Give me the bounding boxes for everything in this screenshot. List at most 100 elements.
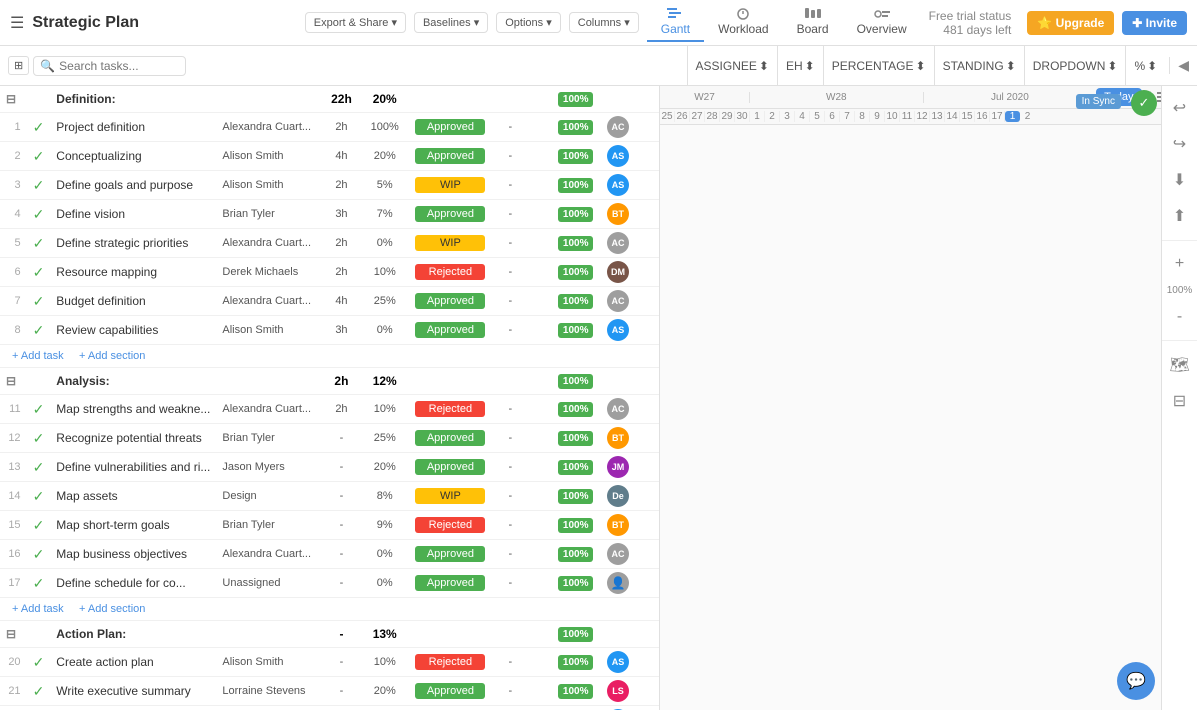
eh-header[interactable]: EH ⬍ [777,46,823,86]
tab-board[interactable]: Board [783,4,843,42]
task-name-cell[interactable]: Review capabilities [50,316,216,345]
undo-button[interactable]: ↩ [1169,94,1190,122]
task-name-cell[interactable]: Map short-term goals [50,511,216,540]
table-row: 12 ✓ Recognize potential threats Brian T… [0,424,659,453]
task-check-icon: ✓ [33,488,45,504]
tab-overview[interactable]: Overview [843,4,921,42]
task-check-icon: ✓ [33,322,45,338]
task-check-icon: ✓ [33,148,45,164]
assignee-header[interactable]: ASSIGNEE ⬍ [687,46,777,86]
invite-button[interactable]: ✚ Invite [1122,11,1187,35]
task-check-icon: ✓ [33,517,45,533]
map-button[interactable]: 🗺 [1165,351,1193,379]
task-name-cell[interactable]: Map assets [50,482,216,511]
table-row: 22 ✓ Select team Alison Smith - 25% Appr… [0,706,659,710]
section-collapse-definition[interactable]: ⊟ [6,92,16,106]
week-w28: W28 [750,92,924,103]
task-name-cell[interactable]: Write executive summary [50,677,216,706]
section-action-plan: ⊟ Action Plan: - 13% 100% [0,621,659,648]
columns-button[interactable]: Columns ▾ [569,12,639,33]
percentage-header[interactable]: PERCENTAGE ⬍ [823,46,934,86]
column-headers: ASSIGNEE ⬍ EH ⬍ PERCENTAGE ⬍ STANDING ⬍ … [687,46,1166,86]
menu-icon[interactable]: ☰ [10,13,24,33]
trial-info: Free trial status 481 days left [929,9,1012,37]
table-row: 8 ✓ Review capabilities Alison Smith 3h … [0,316,659,345]
copy-button[interactable]: ⬇ [1169,166,1190,194]
add-task-button-analysis[interactable]: + Add task [6,601,70,617]
table-row: 1 ✓ Project definition Alexandra Cuart..… [0,113,659,142]
tasks-table: ⊟ Definition: 22h 20% 100% 1 ✓ Project d… [0,86,659,710]
task-name-cell[interactable]: Define schedule for co... [50,569,216,598]
table-area: ⊟ Definition: 22h 20% 100% 1 ✓ Project d… [0,86,660,710]
dropdown-header[interactable]: DROPDOWN ⬍ [1024,46,1126,86]
table-row: 7 ✓ Budget definition Alexandra Cuart...… [0,287,659,316]
task-check-icon: ✓ [33,430,45,446]
upgrade-button[interactable]: ⭐ Upgrade [1027,11,1114,35]
zoom-out-button[interactable]: - [1173,304,1186,330]
tab-workload[interactable]: Workload [704,4,782,42]
sync-check-icon: ✓ [1131,90,1157,116]
section-label-analysis: Analysis: [50,368,216,395]
percent-header[interactable]: % ⬍ [1125,46,1165,86]
section-collapse-analysis[interactable]: ⊟ [6,374,16,388]
task-name-cell[interactable]: Project definition [50,113,216,142]
table-row: 6 ✓ Resource mapping Derek Michaels 2h 1… [0,258,659,287]
task-name-cell[interactable]: Define goals and purpose [50,171,216,200]
section-label-definition: Definition: [50,86,216,113]
export-share-button[interactable]: Export & Share ▾ [305,12,406,33]
zoom-in-button[interactable]: + [1171,251,1188,277]
baselines-button[interactable]: Baselines ▾ [414,12,488,33]
task-name-cell[interactable]: Map strengths and weakne... [50,395,216,424]
task-name-cell[interactable]: Resource mapping [50,258,216,287]
task-check-icon: ✓ [33,575,45,591]
back-arrow[interactable]: ◀ [1178,57,1189,74]
task-name-cell[interactable]: Define strategic priorities [50,229,216,258]
task-name-cell[interactable]: Budget definition [50,287,216,316]
table-row: 15 ✓ Map short-term goals Brian Tyler - … [0,511,659,540]
task-name-cell[interactable]: Define vulnerabilities and ri... [50,453,216,482]
search-icon: 🔍 [40,59,55,73]
task-name-cell[interactable]: Define vision [50,200,216,229]
task-name-cell[interactable]: Conceptualizing [50,142,216,171]
table-row: 13 ✓ Define vulnerabilities and ri... Ja… [0,453,659,482]
app-title: Strategic Plan [32,14,296,32]
options-button[interactable]: Options ▾ [496,12,561,33]
table-row: 16 ✓ Map business objectives Alexandra C… [0,540,659,569]
week-w27: W27 [660,92,750,103]
task-check-icon: ✓ [33,546,45,562]
task-check-icon: ✓ [33,177,45,193]
add-section-button-analysis[interactable]: + Add section [73,601,151,617]
task-check-icon: ✓ [33,235,45,251]
main-area: ⊟ Definition: 22h 20% 100% 1 ✓ Project d… [0,86,1197,710]
chat-bubble[interactable]: 💬 [1117,662,1155,700]
add-row-analysis: + Add task + Add section [0,598,659,621]
task-check-icon: ✓ [33,264,45,280]
task-name-cell[interactable]: Recognize potential threats [50,424,216,453]
task-name-cell[interactable]: Map business objectives [50,540,216,569]
search-box: 🔍 [33,56,186,76]
table-row: 20 ✓ Create action plan Alison Smith - 1… [0,648,659,677]
nav-tabs: Gantt Workload Board Overview [647,4,921,42]
search-input[interactable] [59,59,179,73]
paste-button[interactable]: ⬆ [1169,202,1190,230]
task-name-cell[interactable]: Create action plan [50,648,216,677]
section-label-action-plan: Action Plan: [50,621,216,648]
table-row: 14 ✓ Map assets Design - 8% WIP - 100% D… [0,482,659,511]
add-section-button-definition[interactable]: + Add section [73,348,151,364]
section-collapse-action-plan[interactable]: ⊟ [6,627,16,641]
redo-button[interactable]: ↪ [1169,130,1190,158]
task-check-icon: ✓ [33,401,45,417]
add-task-button-definition[interactable]: + Add task [6,348,70,364]
table-row: 17 ✓ Define schedule for co... Unassigne… [0,569,659,598]
section-definition: ⊟ Definition: 22h 20% 100% [0,86,659,113]
task-name-cell[interactable]: Select team [50,706,216,710]
grid-button[interactable]: ⊟ [1169,387,1190,415]
today-day: 1 [1005,111,1020,122]
zoom-level: 100% [1167,285,1193,296]
top-bar: ☰ Strategic Plan Export & Share ▾ Baseli… [0,0,1197,46]
table-row: 4 ✓ Define vision Brian Tyler 3h 7% Appr… [0,200,659,229]
gantt-area: W27 W28 Jul 2020 Today DAYS 25 26 27 28 … [660,86,1197,710]
add-collapse-button[interactable]: ⊞ [8,56,29,75]
standing-header[interactable]: STANDING ⬍ [934,46,1024,86]
tab-gantt[interactable]: Gantt [647,4,704,42]
